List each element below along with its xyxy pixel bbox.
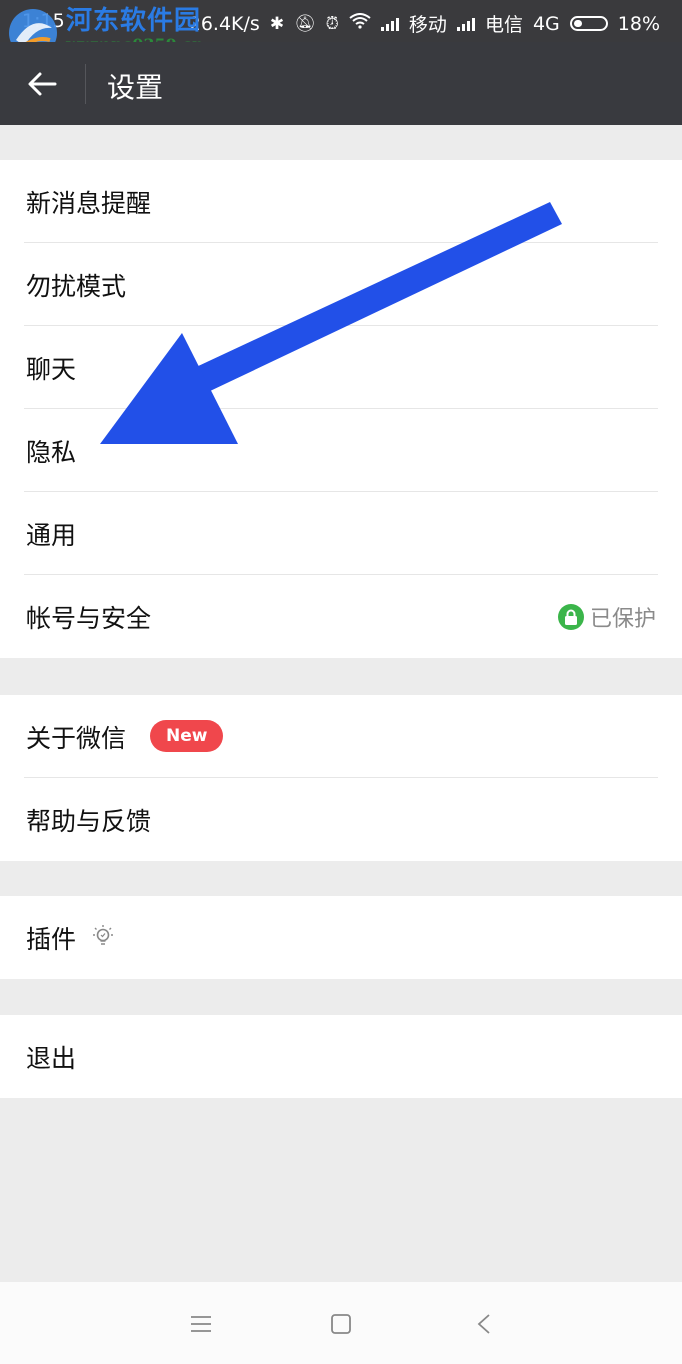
carrier-2: 电信 [484, 14, 523, 36]
row-chat[interactable]: 聊天 [0, 326, 682, 409]
status-right: 26.4K/s ✱ 🔕︎ ⏰︎ 移动 电信 4G 18% [189, 10, 660, 37]
row-label: 插件 [26, 924, 77, 954]
protection-status-text: 已保护 [589, 606, 656, 632]
carrier-1: 移动 [408, 14, 447, 36]
signal-icon-2 [456, 16, 475, 31]
row-do-not-disturb[interactable]: 勿扰模式 [0, 243, 682, 326]
row-help-feedback[interactable]: 帮助与反馈 [0, 778, 682, 861]
row-label: 新消息提醒 [26, 188, 152, 218]
row-new-message-alerts[interactable]: 新消息提醒 [0, 160, 682, 243]
bluetooth-icon: ✱ [269, 13, 285, 34]
page-title: 设置 [107, 71, 164, 104]
menu-button[interactable] [183, 1306, 219, 1342]
new-badge: New [150, 720, 224, 752]
network-type: 4G [532, 12, 560, 35]
home-button[interactable] [323, 1306, 359, 1342]
battery-icon [569, 16, 608, 31]
row-privacy[interactable]: 隐私 [0, 409, 682, 492]
nav-bar: 设置 [0, 42, 682, 125]
mute-bell-icon: 🔕︎ [294, 13, 316, 34]
row-plugins[interactable]: 插件 [0, 896, 682, 979]
system-nav-bar [0, 1282, 682, 1364]
settings-group-4: 退出 [0, 1015, 682, 1098]
bulb-icon [93, 925, 113, 945]
row-label: 聊天 [26, 354, 77, 384]
menu-icon [191, 1316, 211, 1332]
back-chevron-icon [477, 1314, 490, 1334]
row-account-security[interactable]: 帐号与安全 已保护 [0, 575, 682, 658]
row-logout[interactable]: 退出 [0, 1015, 682, 1098]
row-about-wechat[interactable]: 关于微信 New [0, 695, 682, 778]
row-label: 隐私 [26, 437, 77, 467]
home-square-icon [331, 1314, 351, 1334]
back-button[interactable] [20, 62, 64, 106]
protection-status: 已保护 [557, 601, 656, 633]
row-label: 退出 [26, 1043, 77, 1073]
alarm-icon: ⏰︎ [325, 13, 339, 34]
row-label: 勿扰模式 [26, 271, 127, 301]
row-label: 通用 [26, 520, 77, 550]
wifi-icon [349, 13, 371, 34]
settings-group-2: 关于微信 New 帮助与反馈 [0, 695, 682, 861]
lock-icon [557, 603, 584, 630]
settings-group-1: 新消息提醒 勿扰模式 聊天 隐私 通用 帐号与安全 已保护 [0, 160, 682, 658]
battery-level: 18% [617, 12, 660, 35]
system-back-button[interactable] [466, 1306, 502, 1342]
back-arrow-icon [28, 72, 57, 96]
row-label: 帐号与安全 [26, 603, 152, 633]
watermark-title: 河东软件园 [66, 6, 202, 36]
row-label: 帮助与反馈 [26, 806, 152, 836]
row-general[interactable]: 通用 [0, 492, 682, 575]
settings-group-3: 插件 [0, 896, 682, 979]
row-label: 关于微信 [26, 723, 127, 753]
signal-icon-1 [380, 16, 399, 31]
nav-divider [85, 64, 86, 104]
